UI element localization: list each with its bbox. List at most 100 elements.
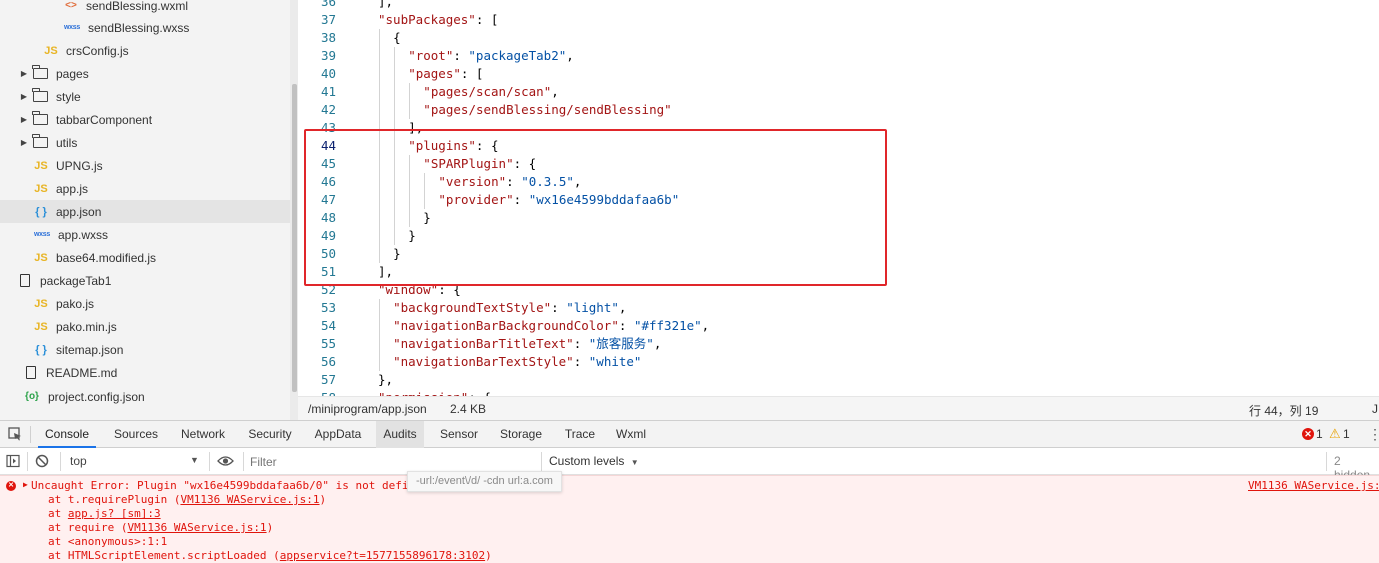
folder-icon [32,111,48,125]
stack-frame-link[interactable]: VM1136 WAService.js:1 [180,493,319,506]
line-number: 58 [298,389,336,396]
code-line[interactable]: 40 "pages": [ [298,65,1379,83]
code-line[interactable]: 38 { [298,29,1379,47]
file-tree-item[interactable]: ▶ tabbarComponent [0,108,290,131]
code-text: "pages/sendBlessing/sendBlessing" [423,101,671,119]
file-tree-item[interactable]: JS crsConfig.js [0,39,290,62]
code-line[interactable]: 37 "subPackages": [ [298,11,1379,29]
json-file-icon: { } [35,343,47,356]
tab-security[interactable]: Security [241,421,299,448]
file-tree-item[interactable]: { } sitemap.json [0,338,290,361]
file-tree-item[interactable]: JS pako.js [0,292,290,315]
indent-guide [379,299,380,317]
code-line[interactable]: 42 "pages/sendBlessing/sendBlessing" [298,101,1379,119]
file-size: 2.4 KB [450,402,487,416]
code-line[interactable]: 41 "pages/scan/scan", [298,83,1379,101]
tree-scrollbar[interactable] [290,0,298,420]
stack-frame-text: ) [266,521,274,534]
expand-arrow-icon[interactable]: ▶ [18,69,30,78]
file-tree-item[interactable]: README.md [0,361,290,384]
code-line[interactable]: 53 "backgroundTextStyle": "light", [298,299,1379,317]
code-line[interactable]: 58 "permission": { [298,389,1379,396]
indent-guide [379,101,380,119]
tab-trace[interactable]: Trace [557,421,603,448]
tree-scrollbar-thumb[interactable] [292,84,297,392]
file-tree-item[interactable]: JS app.js [0,177,290,200]
tab-storage[interactable]: Storage [492,421,550,448]
file-tree-item[interactable]: {o} project.config.json [0,385,290,408]
error-count-icon[interactable]: ✕ [1302,428,1314,440]
indent-guide [379,335,380,353]
inspect-element-icon[interactable] [8,427,22,441]
code-text: "navigationBarBackgroundColor": "#ff321e… [393,317,709,335]
json-punctuation: : [573,354,589,369]
stack-frame-link[interactable]: app.js? [sm]:3 [68,507,161,520]
chevron-down-icon[interactable]: ▼ [190,455,199,465]
file-tree-item[interactable]: ▶ style [0,85,290,108]
code-line[interactable]: 39 "root": "packageTab2", [298,47,1379,65]
warning-count-icon[interactable]: ⚠ [1329,426,1341,442]
tab-sources[interactable]: Sources [107,421,165,448]
file-tree-item[interactable]: { } app.json [0,200,290,223]
tab-console[interactable]: Console [38,421,96,448]
line-number: 39 [320,48,336,63]
line-number: 42 [320,102,336,117]
file-icon [18,274,32,287]
json-punctuation: : [ [475,12,499,27]
json-key: "navigationBarTitleText" [393,336,574,351]
console-filter-input[interactable] [250,452,538,471]
file-tree-item[interactable]: JS UPNG.js [0,154,290,177]
code-line[interactable]: 54 "navigationBarBackgroundColor": "#ff32… [298,317,1379,335]
stack-frame-text: at require ( [48,521,128,534]
code-line[interactable]: 36], [298,0,1379,11]
file-tree-item[interactable]: wxss sendBlessing.wxss [0,16,290,39]
js-file-icon: JS [34,251,48,264]
show-sidebar-icon[interactable] [6,454,20,471]
stack-frame-link[interactable]: appservice?t=1577155896178:3102 [280,549,485,562]
code-line[interactable]: 57}, [298,371,1379,389]
eye-icon[interactable] [217,455,234,470]
code-line[interactable]: 56 "navigationBarTextStyle": "white" [298,353,1379,371]
code-line[interactable]: 55 "navigationBarTitleText": "旅客服务", [298,335,1379,353]
context-select[interactable]: top [70,454,87,468]
log-levels-label: Custom levels [549,454,625,468]
tab-wxml[interactable]: Wxml [607,421,655,448]
file-tree-item[interactable]: wxss app.wxss [0,223,290,246]
tab-appdata[interactable]: AppData [307,421,369,448]
indent-guide [394,47,396,65]
tab-sensor[interactable]: Sensor [434,421,484,448]
file-tree-label: sendBlessing.wxss [88,20,190,35]
tab-audits[interactable]: Audits [376,421,424,448]
stack-frame-link[interactable]: VM1136 WAService.js:1 [127,521,266,534]
error-source-link[interactable]: VM1136 WAService.js:1 [1248,479,1379,493]
file-tree-item[interactable]: <> sendBlessing.wxml [0,0,290,17]
log-levels-dropdown[interactable]: Custom levels ▼ [549,454,639,468]
code-text: ], [378,0,393,11]
file-tree-item[interactable]: ▶ utils [0,131,290,154]
expand-arrow-icon[interactable]: ▶ [18,138,30,147]
file-tree: <> sendBlessing.wxml wxss sendBlessing.wxss… [0,0,290,420]
tab-network[interactable]: Network [172,421,234,448]
file-tree-label: app.wxss [58,227,109,242]
code-text: "navigationBarTitleText": "旅客服务", [393,335,661,353]
indent-guide [394,65,396,83]
kebab-menu-icon[interactable]: ⋮ [1368,425,1379,443]
expand-triangle-icon[interactable]: ▶ [23,480,28,489]
line-number: 40 [320,66,336,81]
file-tree-item[interactable]: JS pako.min.js [0,315,290,338]
expand-arrow-icon[interactable]: ▶ [18,115,30,124]
json-punctuation: , [653,336,662,351]
file-tree-label: sendBlessing.wxml [86,0,189,13]
clear-console-icon[interactable] [35,454,49,471]
stack-frame: at app.js? [sm]:3 [48,507,161,521]
json-string: "#ff321e" [633,318,702,333]
file-tree-label: crsConfig.js [66,43,129,58]
file-tree-item[interactable]: ▶ pages [0,62,290,85]
cursor-position[interactable]: 行 44，列 19 [1249,402,1318,419]
file-tree-item[interactable]: packageTab1 [0,269,290,292]
file-tree-label: UPNG.js [56,158,103,173]
language-mode[interactable]: J [1372,402,1378,416]
file-tree-item[interactable]: JS base64.modified.js [0,246,290,269]
json-punctuation: ], [378,0,394,9]
expand-arrow-icon[interactable]: ▶ [18,92,30,101]
